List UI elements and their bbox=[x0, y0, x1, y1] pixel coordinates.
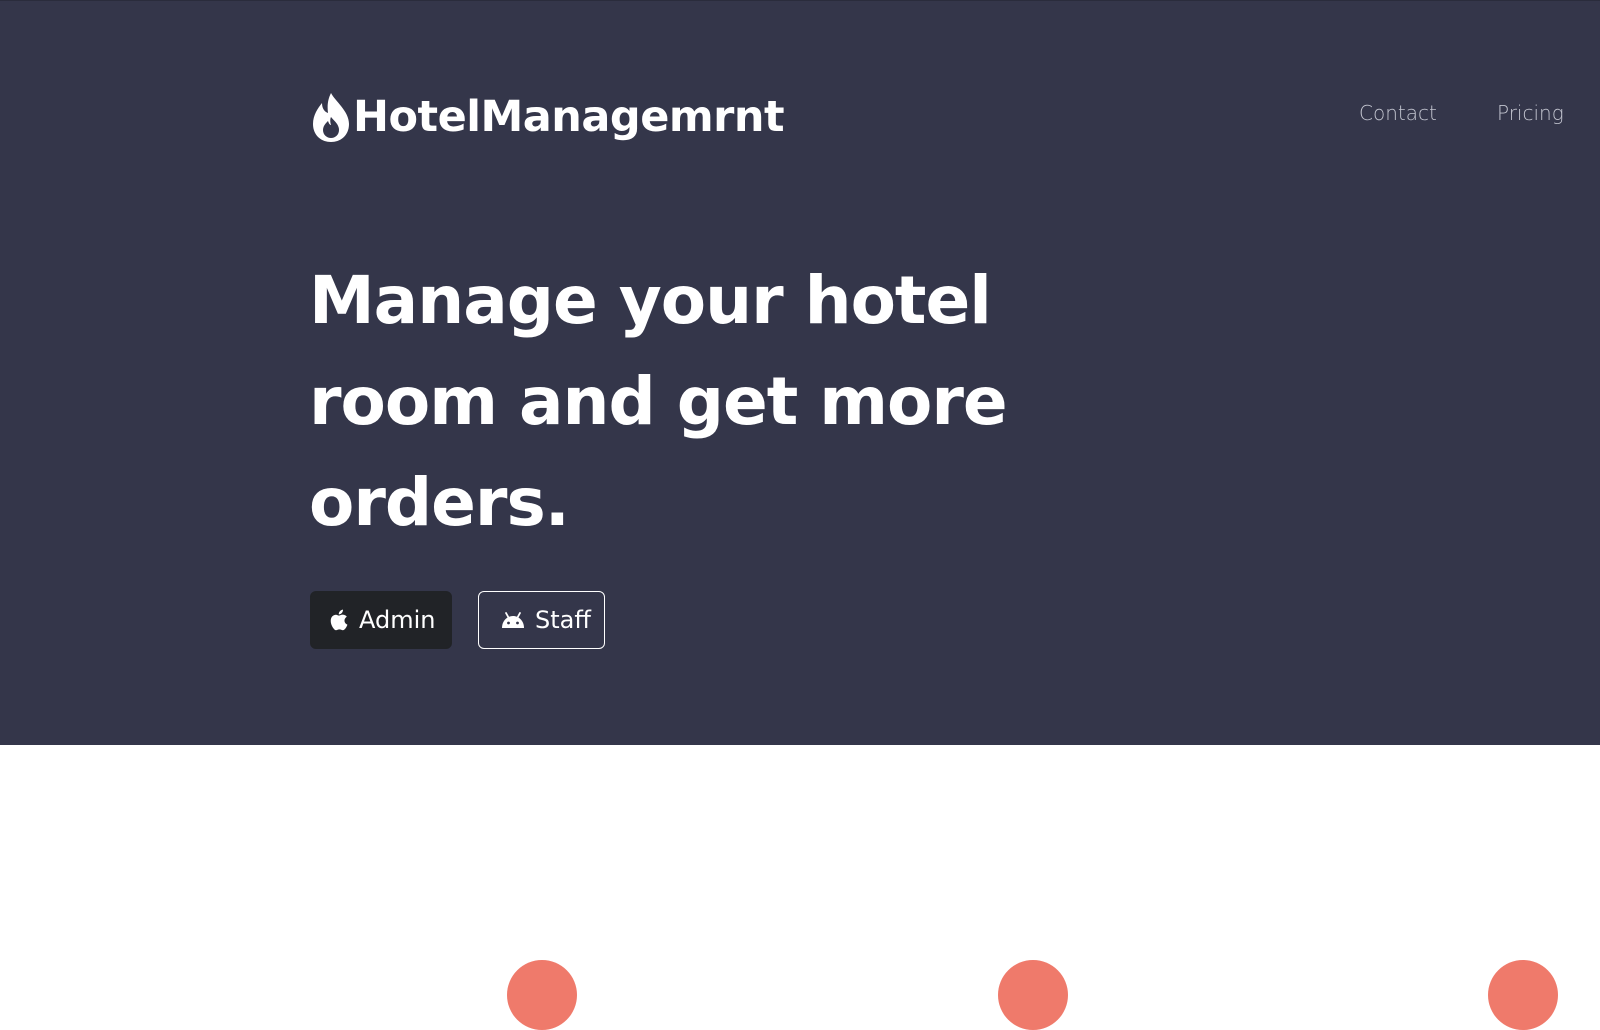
feature-icon-2 bbox=[998, 960, 1068, 1030]
admin-button[interactable]: Admin bbox=[310, 591, 452, 649]
staff-button-label: Staff bbox=[535, 606, 591, 634]
admin-button-label: Admin bbox=[359, 606, 436, 634]
brand-logo-link[interactable]: HotelManagemrnt bbox=[309, 89, 785, 145]
hero-headline: Manage your hotel room and get more orde… bbox=[309, 262, 1008, 541]
android-icon bbox=[502, 612, 524, 628]
feature-icon-3 bbox=[1488, 960, 1558, 1030]
brand-name: HotelManagemrnt bbox=[353, 92, 785, 142]
nav-contact-link[interactable]: Contact bbox=[1359, 101, 1437, 125]
staff-button[interactable]: Staff bbox=[478, 591, 605, 649]
apple-icon bbox=[330, 609, 348, 631]
nav-pricing-link[interactable]: Pricing bbox=[1497, 101, 1564, 125]
flame-icon bbox=[313, 93, 349, 142]
hero-section: HotelManagemrnt Contact Pricing Manage y… bbox=[0, 0, 1600, 745]
feature-icon-1 bbox=[507, 960, 577, 1030]
